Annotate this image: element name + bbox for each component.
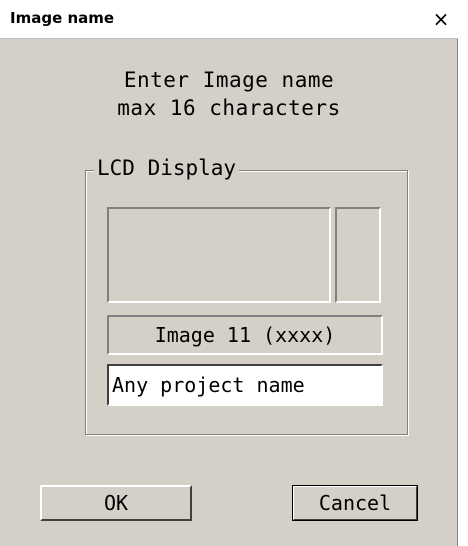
lcd-preview-main — [107, 207, 331, 303]
title-bar: Image name × — [0, 0, 458, 39]
lcd-preview-side — [335, 207, 381, 303]
cancel-button[interactable]: Cancel — [292, 485, 418, 521]
image-name-dialog: Image name × Enter Image name max 16 cha… — [0, 0, 458, 546]
lcd-display-group-label: LCD Display — [94, 156, 240, 180]
prompt-line-1: Enter Image name — [123, 68, 335, 92]
dialog-title: Image name — [10, 9, 115, 27]
image-number-label: Image 11 (xxxx) — [107, 315, 383, 355]
ok-button[interactable]: OK — [40, 485, 192, 521]
image-name-input[interactable] — [107, 364, 383, 406]
prompt-line-2: max 16 characters — [117, 96, 341, 120]
close-icon[interactable]: × — [426, 6, 456, 32]
